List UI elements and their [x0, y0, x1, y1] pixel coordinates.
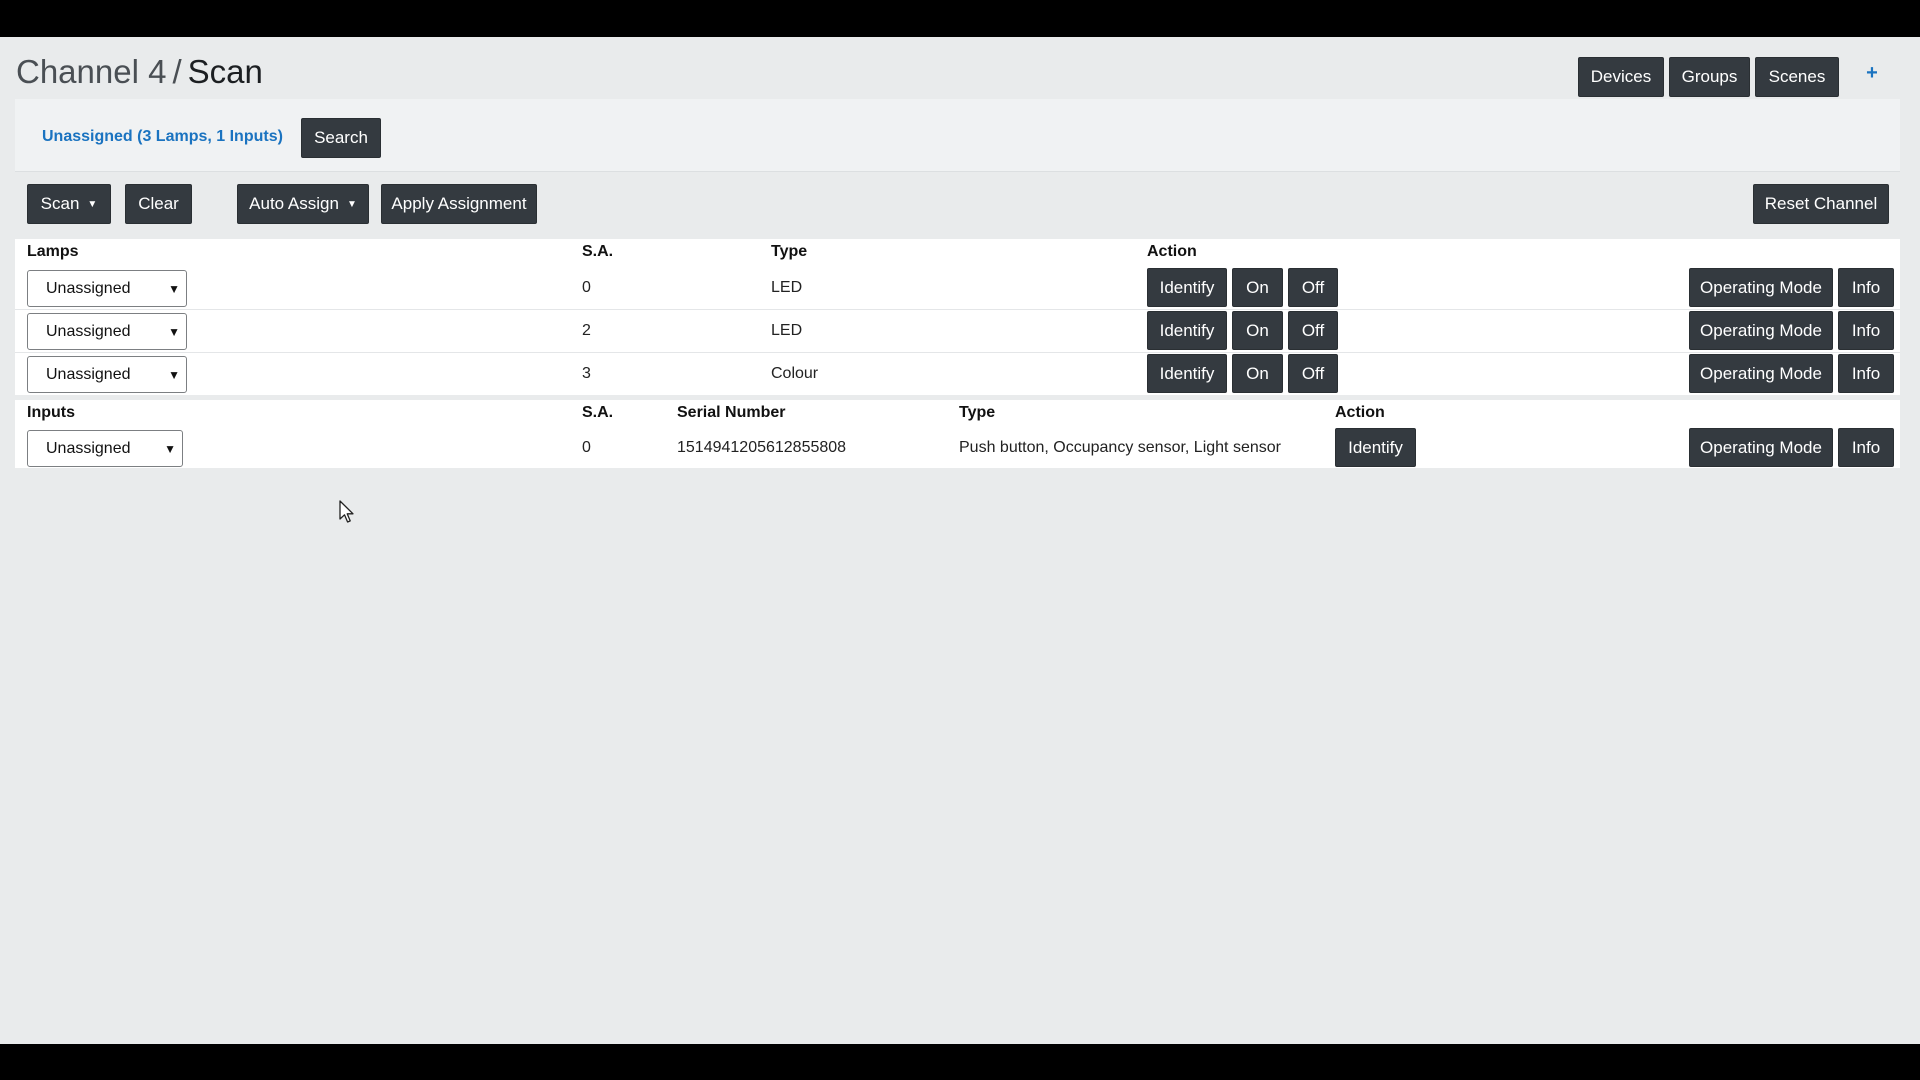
lamp-sa: 2	[582, 322, 591, 339]
inputs-header: Inputs	[27, 404, 75, 421]
lamp-type: LED	[771, 322, 803, 339]
off-button[interactable]: Off	[1288, 354, 1338, 393]
on-button[interactable]: On	[1232, 268, 1283, 307]
info-button[interactable]: Info	[1838, 268, 1894, 307]
scan-dropdown-button[interactable]: Scan ▼	[27, 184, 111, 224]
breadcrumb-channel[interactable]: Channel 4	[16, 53, 166, 90]
auto-assign-dropdown-button[interactable]: Auto Assign ▼	[237, 184, 369, 224]
chevron-down-icon: ▼	[164, 441, 176, 456]
inputs-table	[15, 400, 1900, 468]
identify-button[interactable]: Identify	[1147, 354, 1227, 393]
scan-label: Scan	[40, 194, 80, 213]
chevron-down-icon: ▼	[168, 367, 180, 382]
inputs-type-header: Type	[959, 404, 996, 421]
info-button[interactable]: Info	[1838, 428, 1894, 467]
identify-button[interactable]: Identify	[1147, 311, 1227, 350]
search-button[interactable]: Search	[301, 118, 381, 158]
breadcrumb-current: Scan	[187, 53, 263, 90]
input-sa: 0	[582, 439, 591, 456]
page-title: Channel 4/Scan	[16, 52, 263, 92]
operating-mode-button[interactable]: Operating Mode	[1689, 268, 1833, 307]
lamp-assignment-select[interactable]: Unassigned ▼	[27, 313, 187, 350]
lamps-sa-header: S.A.	[582, 243, 614, 260]
select-value: Unassigned	[46, 365, 131, 383]
lamp-sa: 0	[582, 279, 591, 296]
caret-down-icon: ▼	[87, 198, 98, 210]
lamps-table	[15, 239, 1900, 395]
lamp-type: Colour	[771, 365, 819, 382]
chevron-down-icon: ▼	[168, 324, 180, 339]
mouse-cursor-icon	[339, 500, 354, 523]
letterbox-bottom	[0, 1044, 1920, 1080]
chevron-down-icon: ▼	[168, 281, 180, 296]
operating-mode-button[interactable]: Operating Mode	[1689, 311, 1833, 350]
inputs-action-header: Action	[1335, 404, 1385, 421]
breadcrumb-separator: /	[172, 53, 182, 90]
identify-button[interactable]: Identify	[1335, 428, 1416, 467]
info-button[interactable]: Info	[1838, 311, 1894, 350]
groups-button[interactable]: Groups	[1669, 57, 1750, 97]
devices-button[interactable]: Devices	[1578, 57, 1664, 97]
clear-button[interactable]: Clear	[125, 184, 192, 224]
lamps-action-header: Action	[1147, 243, 1197, 260]
off-button[interactable]: Off	[1288, 268, 1338, 307]
identify-button[interactable]: Identify	[1147, 268, 1227, 307]
lamp-type: LED	[771, 279, 803, 296]
row-divider	[15, 309, 1900, 310]
operating-mode-button[interactable]: Operating Mode	[1689, 428, 1833, 467]
select-value: Unassigned	[46, 322, 131, 340]
on-button[interactable]: On	[1232, 354, 1283, 393]
lamps-header: Lamps	[27, 243, 79, 260]
unassigned-filter-link[interactable]: Unassigned (3 Lamps, 1 Inputs)	[42, 128, 283, 146]
lamp-sa: 3	[582, 365, 591, 382]
add-icon[interactable]: +	[1862, 61, 1882, 85]
on-button[interactable]: On	[1232, 311, 1283, 350]
input-type: Push button, Occupancy sensor, Light sen…	[959, 439, 1281, 456]
inputs-sa-header: S.A.	[582, 404, 614, 421]
auto-assign-label: Auto Assign	[249, 194, 339, 213]
input-serial-number: 1514941205612855808	[677, 439, 847, 456]
lamp-assignment-select[interactable]: Unassigned ▼	[27, 356, 187, 393]
operating-mode-button[interactable]: Operating Mode	[1689, 354, 1833, 393]
filter-bar	[15, 99, 1900, 172]
scenes-button[interactable]: Scenes	[1755, 57, 1839, 97]
inputs-serial-header: Serial Number	[677, 404, 786, 421]
reset-channel-button[interactable]: Reset Channel	[1753, 184, 1889, 224]
input-assignment-select[interactable]: Unassigned ▼	[27, 430, 183, 467]
row-divider	[15, 352, 1900, 353]
lamps-type-header: Type	[771, 243, 808, 260]
letterbox-top	[0, 0, 1920, 37]
caret-down-icon: ▼	[346, 198, 357, 210]
apply-assignment-button[interactable]: Apply Assignment	[381, 184, 537, 224]
select-value: Unassigned	[46, 279, 131, 297]
select-value: Unassigned	[46, 439, 131, 457]
info-button[interactable]: Info	[1838, 354, 1894, 393]
lamp-assignment-select[interactable]: Unassigned ▼	[27, 270, 187, 307]
off-button[interactable]: Off	[1288, 311, 1338, 350]
